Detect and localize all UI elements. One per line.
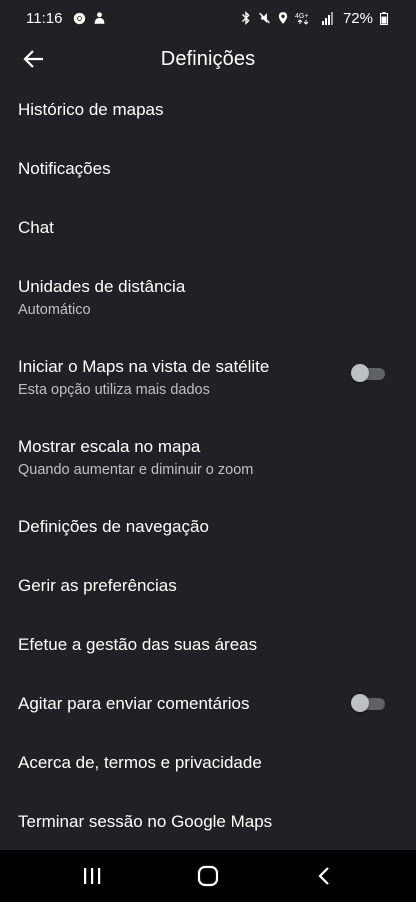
bluetooth-icon xyxy=(241,11,251,25)
setting-title: Histórico de mapas xyxy=(18,100,164,119)
home-button[interactable] xyxy=(178,856,238,896)
back-icon xyxy=(317,866,331,886)
setting-about[interactable]: Acerca de, termos e privacidade xyxy=(0,735,416,794)
setting-subtitle: Automático xyxy=(18,302,91,318)
system-back-button[interactable] xyxy=(294,856,354,896)
chrome-icon xyxy=(73,12,86,25)
satellite-view-toggle[interactable] xyxy=(351,364,387,382)
setting-map-history[interactable]: Histórico de mapas xyxy=(0,82,416,141)
setting-title: Iniciar o Maps na vista de satélite xyxy=(18,357,270,376)
setting-sign-out[interactable]: Terminar sessão no Google Maps xyxy=(0,794,416,853)
app-notification-icon xyxy=(93,11,106,25)
setting-title: Gerir as preferências xyxy=(18,576,177,595)
setting-title: Chat xyxy=(18,218,54,237)
status-time: 11:16 xyxy=(26,9,63,27)
setting-title: Agitar para enviar comentários xyxy=(18,694,250,713)
toggle-thumb xyxy=(351,364,369,382)
setting-title: Notificações xyxy=(18,159,111,178)
svg-text:4G+: 4G+ xyxy=(295,13,308,20)
setting-title: Definições de navegação xyxy=(18,517,209,536)
status-bar: 11:16 4G+ 72% xyxy=(0,0,416,36)
toggle-thumb xyxy=(351,694,369,712)
recent-apps-icon xyxy=(82,867,102,885)
setting-title: Efetue a gestão das suas áreas xyxy=(18,635,258,654)
system-nav-bar xyxy=(0,850,416,902)
settings-list: Histórico de mapas Notificações Chat Uni… xyxy=(0,82,416,853)
location-icon xyxy=(278,11,288,25)
signal-icon xyxy=(321,11,334,25)
mute-icon xyxy=(258,11,271,25)
setting-shake-feedback[interactable]: Agitar para enviar comentários xyxy=(0,676,416,735)
setting-map-scale[interactable]: Mostrar escala no mapa Quando aumentar e… xyxy=(0,419,416,499)
battery-icon xyxy=(380,11,388,25)
shake-feedback-toggle[interactable] xyxy=(351,694,387,712)
setting-chat[interactable]: Chat xyxy=(0,200,416,259)
setting-title: Unidades de distância xyxy=(18,277,186,296)
page-title: Definições xyxy=(160,48,256,70)
setting-title: Mostrar escala no mapa xyxy=(18,437,201,456)
battery-level: 72% xyxy=(342,9,373,27)
setting-satellite-view[interactable]: Iniciar o Maps na vista de satélite Esta… xyxy=(0,339,416,419)
setting-manage-areas[interactable]: Efetue a gestão das suas áreas xyxy=(0,617,416,676)
network-4g-icon: 4G+ xyxy=(295,11,315,25)
setting-distance-units[interactable]: Unidades de distância Automático xyxy=(0,259,416,339)
setting-title: Acerca de, termos e privacidade xyxy=(18,753,262,772)
setting-navigation[interactable]: Definições de navegação xyxy=(0,499,416,558)
home-icon xyxy=(197,865,219,887)
recent-apps-button[interactable] xyxy=(62,856,122,896)
status-right: 4G+ 72% xyxy=(241,10,388,27)
setting-notifications[interactable]: Notificações xyxy=(0,141,416,200)
app-bar: Definições xyxy=(0,36,416,82)
setting-subtitle: Esta opção utiliza mais dados xyxy=(18,382,210,398)
status-left: 11:16 xyxy=(26,10,106,27)
setting-subtitle: Quando aumentar e diminuir o zoom xyxy=(18,462,254,478)
setting-title: Terminar sessão no Google Maps xyxy=(18,812,273,831)
setting-preferences[interactable]: Gerir as preferências xyxy=(0,558,416,617)
